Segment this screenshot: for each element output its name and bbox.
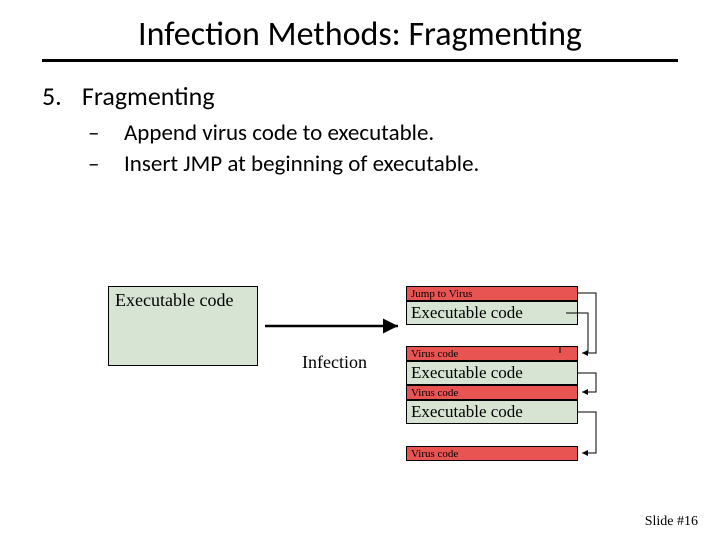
section-heading: 5. Fragmenting <box>42 80 720 112</box>
virus-code-label-2: Virus code <box>411 387 458 399</box>
exec-box-left-label: Executable code <box>115 290 233 310</box>
exec-code-label-1: Executable code <box>411 303 523 322</box>
infection-label: Infection <box>302 352 367 373</box>
title-underline <box>42 59 678 62</box>
diagram: Executable code Infection Jump to Virus … <box>0 280 720 510</box>
section-number: 5. <box>42 80 76 112</box>
jump-to-virus-box: Jump to Virus <box>406 286 578 301</box>
slide-number: Slide #16 <box>645 514 698 530</box>
virus-code-box-3: Virus code <box>406 446 578 461</box>
virus-code-box-1: Virus code <box>406 346 578 361</box>
exec-code-label-3: Executable code <box>411 402 523 421</box>
exec-code-box-2: Executable code <box>406 361 578 385</box>
virus-code-label-1: Virus code <box>411 348 458 360</box>
virus-code-box-2: Virus code <box>406 385 578 400</box>
exec-box-left: Executable code <box>108 286 258 366</box>
bullet-list: – Append virus code to executable. – Ins… <box>88 118 720 180</box>
slide: Infection Methods: Fragmenting 5. Fragme… <box>0 0 720 540</box>
bullet-item: – Append virus code to executable. <box>88 118 720 149</box>
bullet-item: – Insert JMP at beginning of executable. <box>88 149 720 180</box>
virus-code-label-3: Virus code <box>411 448 458 460</box>
bullet-dash: – <box>88 149 124 180</box>
exec-code-box-1: Executable code <box>406 301 578 325</box>
jump-to-virus-label: Jump to Virus <box>411 288 472 300</box>
section-label: Fragmenting <box>82 80 215 112</box>
bullet-dash: – <box>88 118 124 149</box>
bullet-text: Insert JMP at beginning of executable. <box>124 149 479 180</box>
slide-title: Infection Methods: Fragmenting <box>0 0 720 55</box>
exec-code-label-2: Executable code <box>411 363 523 382</box>
exec-code-box-3: Executable code <box>406 400 578 424</box>
bullet-text: Append virus code to executable. <box>124 118 434 149</box>
